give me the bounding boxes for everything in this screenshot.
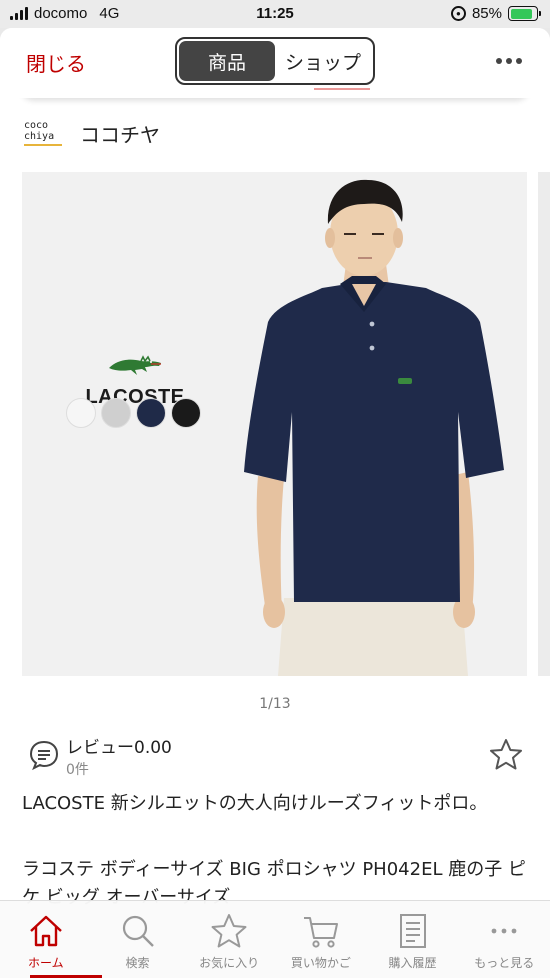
header: 閉じる 商品 ショップ [0,28,550,98]
review-section[interactable]: レビュー0.00 0件 [24,731,534,781]
status-bar: docomo 4G 11:25 ● 85% [0,0,550,28]
search-icon [122,915,154,947]
tab-favorites-label: お気に入り [199,956,260,970]
close-button[interactable]: 閉じる [26,48,86,77]
more-icon [491,928,517,934]
review-count: 0件 [66,762,89,778]
tab-more-label: もっと見る [474,956,535,970]
tab-cart[interactable]: 買い物かご [275,901,367,978]
model-photo [244,179,504,676]
tab-product[interactable]: 商品 [179,41,275,81]
crocodile-logo-icon [109,355,161,375]
product-sheet: 閉じる 商品 ショップ coco chiya ココチヤ LACOSTE 1/13… [0,28,550,978]
next-image-peek[interactable] [538,172,550,676]
rotation-lock-icon: ● [450,6,466,21]
receipt-icon [399,914,426,948]
bottom-tab-bar: ホーム 検索 お気に入り 買い物かご 購入履歴 もっと見る [0,900,550,978]
more-dot-icon [496,58,502,64]
battery-percent: 85% [471,5,502,22]
shop-logo-line1: coco [24,120,49,131]
color-swatch [101,398,131,428]
review-score: レビュー0.00 [66,738,172,758]
home-icon [30,915,62,947]
tab-shop[interactable]: ショップ [275,41,371,81]
color-swatch [136,398,166,428]
product-image[interactable]: LACOSTE [22,172,527,676]
shop-logo-line2: chiya [24,131,55,142]
shop-link[interactable]: coco chiya ココチヤ [24,116,160,150]
tab-home-label: ホーム [28,956,64,970]
tab-history[interactable]: 購入履歴 [367,901,459,978]
tab-favorites[interactable]: お気に入り [183,901,275,978]
segment-control: 商品 ショップ [175,37,375,85]
tab-cart-label: 買い物かご [290,956,351,970]
header-accent [314,88,370,90]
shop-name: ココチヤ [80,122,160,147]
shop-logo: coco chiya [24,117,66,149]
shop-logo-underline [24,144,62,146]
tab-home[interactable]: ホーム [0,901,92,978]
cart-icon [303,917,338,948]
more-dot-icon [506,58,512,64]
tab-more[interactable]: もっと見る [458,901,550,978]
color-swatch [66,398,96,428]
product-title: LACOSTE 新シルエットの大人向けルーズフィットポロ。 [22,793,488,814]
more-dot-icon [516,58,522,64]
favorite-star-icon[interactable] [488,737,524,773]
status-right: ● 85% [450,5,541,22]
review-chat-icon [29,740,59,771]
color-swatches [66,398,201,428]
more-options-button[interactable] [496,58,522,64]
tab-search[interactable]: 検索 [92,901,184,978]
image-pager: 1/13 [259,696,291,712]
battery-icon [508,6,541,21]
star-icon [211,914,247,948]
color-swatch [171,398,201,428]
tab-search-label: 検索 [125,956,150,970]
tab-history-label: 購入履歴 [388,956,437,970]
